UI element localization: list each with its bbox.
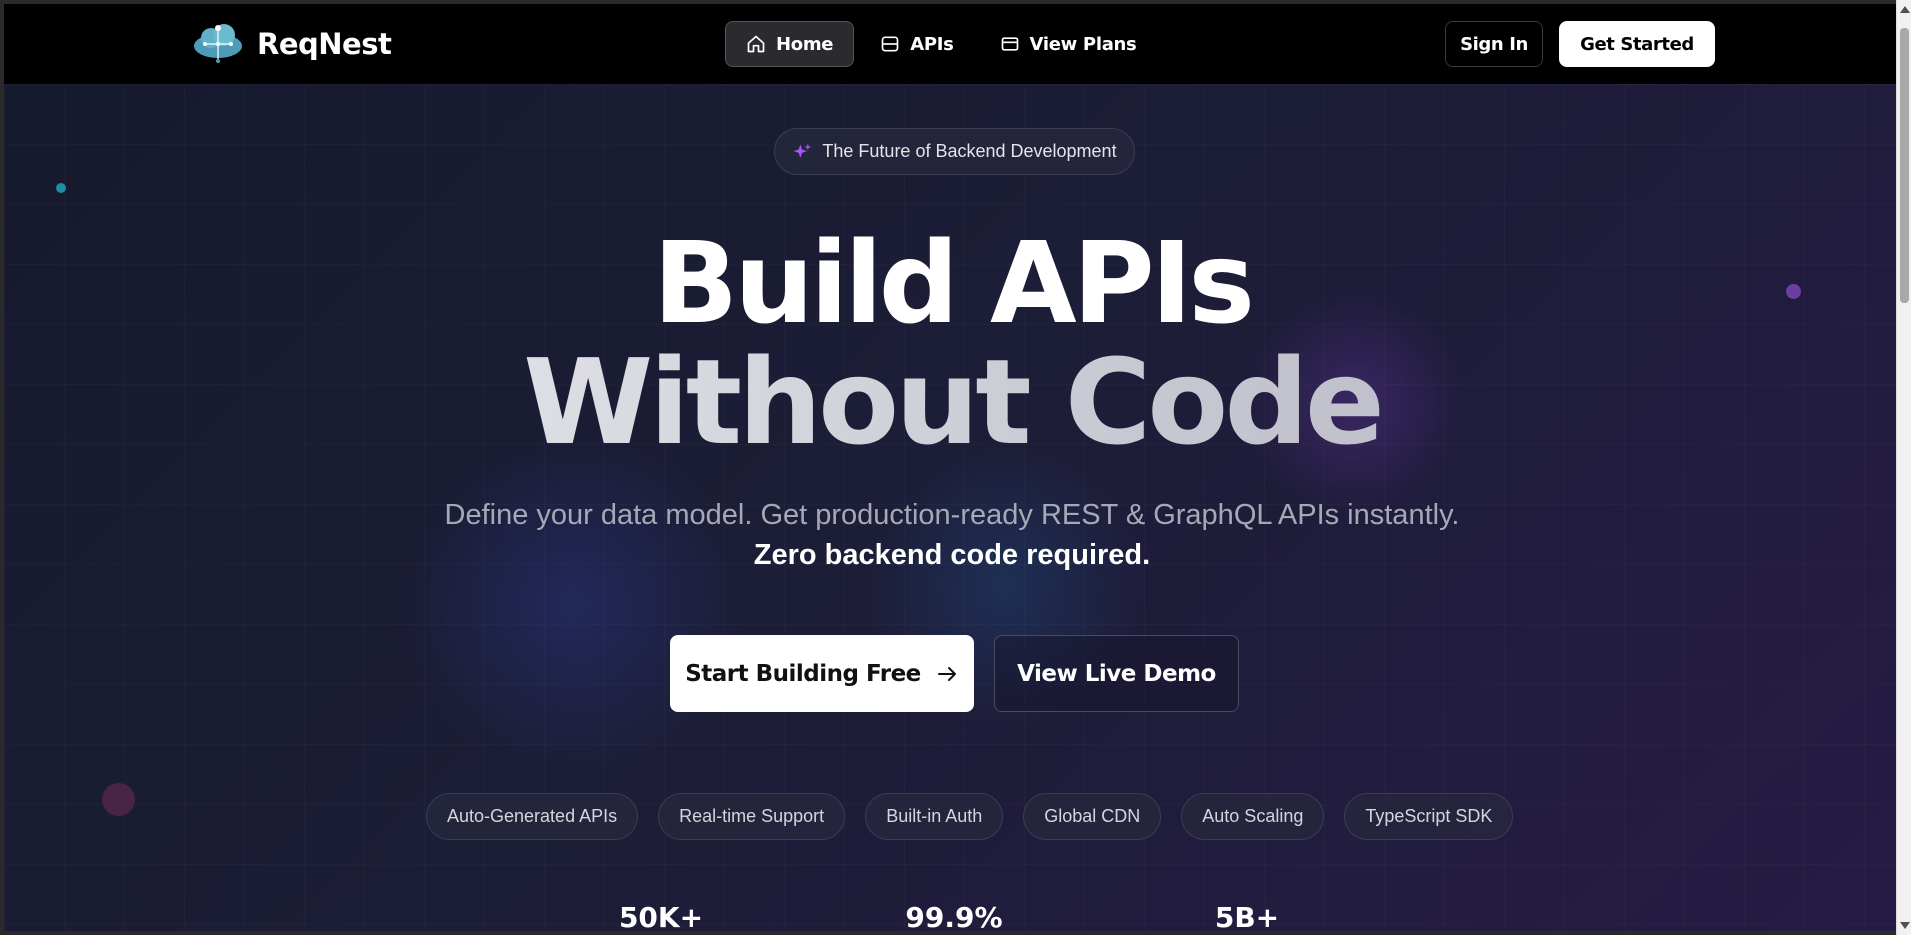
nav-home[interactable]: Home bbox=[725, 21, 855, 67]
scroll-down-arrow-icon[interactable] bbox=[1900, 922, 1910, 929]
feature-chip: Auto-Generated APIs bbox=[426, 793, 639, 840]
credit-card-icon bbox=[1001, 37, 1018, 51]
stat-value: 99.9% bbox=[905, 901, 1003, 934]
hero-badge: The Future of Backend Development bbox=[774, 128, 1135, 175]
sparkles-icon bbox=[794, 143, 812, 158]
view-live-demo-button[interactable]: View Live Demo bbox=[994, 635, 1239, 712]
get-started-button[interactable]: Get Started bbox=[1559, 21, 1715, 67]
decorative-dot bbox=[102, 783, 135, 816]
hero-subtitle-emphasis: Zero backend code required. bbox=[753, 539, 1151, 571]
browser-window: ReqNest Home APIs View Plans Sign In Get… bbox=[0, 0, 1911, 935]
nav-apis[interactable]: APIs bbox=[860, 21, 973, 67]
arrow-right-icon bbox=[937, 666, 956, 681]
hero-title-line2: Without Code bbox=[4, 340, 1900, 465]
scroll-up-arrow-icon[interactable] bbox=[1900, 6, 1910, 13]
nav-apis-label: APIs bbox=[910, 33, 954, 55]
brand-logo[interactable]: ReqNest bbox=[191, 22, 392, 66]
home-icon bbox=[747, 35, 765, 53]
feature-chip: TypeScript SDK bbox=[1344, 793, 1514, 840]
hero-badge-text: The Future of Backend Development bbox=[822, 141, 1117, 161]
hero-title-line1: Build APIs bbox=[652, 219, 1255, 349]
feature-chips: Auto-Generated APIs Real-time Support Bu… bbox=[426, 793, 1514, 840]
stat-value: 50K+ bbox=[618, 901, 704, 934]
start-building-button[interactable]: Start Building Free bbox=[670, 635, 974, 712]
top-navbar: ReqNest Home APIs View Plans Sign In Get… bbox=[4, 4, 1900, 84]
stat-value: 5B+ bbox=[1214, 901, 1280, 934]
feature-chip: Auto Scaling bbox=[1181, 793, 1325, 840]
database-icon bbox=[881, 36, 899, 52]
hero-subtitle: Define your data model. Get production-r… bbox=[424, 495, 1480, 575]
nav-view-plans[interactable]: View Plans bbox=[980, 21, 1157, 67]
feature-chip: Built-in Auth bbox=[865, 793, 1004, 840]
main-nav: Home APIs View Plans bbox=[725, 21, 1156, 67]
nav-home-label: Home bbox=[776, 33, 834, 55]
hero-subtitle-text: Define your data model. Get production-r… bbox=[444, 499, 1460, 531]
feature-chip: Real-time Support bbox=[658, 793, 846, 840]
sign-in-button[interactable]: Sign In bbox=[1445, 21, 1543, 67]
scroll-thumb[interactable] bbox=[1900, 28, 1909, 303]
brand-name: ReqNest bbox=[257, 27, 392, 61]
start-building-label: Start Building Free bbox=[685, 660, 921, 687]
feature-chip: Global CDN bbox=[1023, 793, 1162, 840]
page-scrollbar[interactable] bbox=[1896, 0, 1911, 935]
cloud-network-icon bbox=[194, 24, 242, 63]
nav-view-plans-label: View Plans bbox=[1029, 33, 1137, 55]
decorative-dot bbox=[56, 183, 66, 193]
